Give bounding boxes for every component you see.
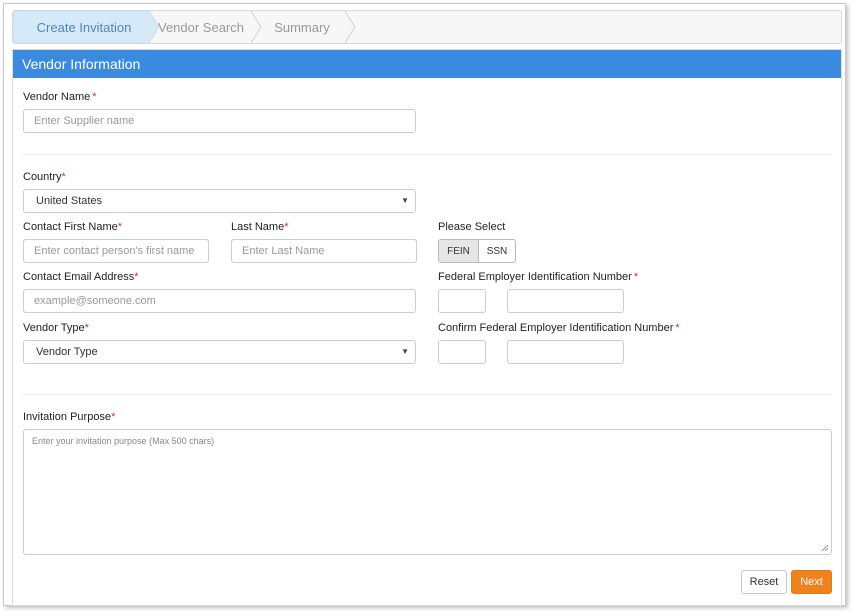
fein-label: Federal Employer Identification Number * <box>438 271 639 283</box>
confirm-fein-suffix-input[interactable] <box>507 340 624 364</box>
chevron-down-icon: ▼ <box>401 196 409 205</box>
step-separator-2 <box>344 11 356 43</box>
country-select[interactable]: United States ▼ <box>23 189 416 213</box>
fein-suffix-input[interactable] <box>507 289 624 313</box>
resize-handle-icon[interactable] <box>821 544 829 552</box>
first-name-label: Contact First Name* <box>23 221 123 233</box>
tab-vendor-search[interactable]: Vendor Search <box>155 11 247 43</box>
tab-create-invitation[interactable]: Create Invitation <box>21 11 147 43</box>
email-label: Contact Email Address* <box>23 271 139 283</box>
vendor-name-input[interactable]: Enter Supplier name <box>23 109 416 133</box>
vendor-information-panel: Vendor Information Vendor Name * Enter Su… <box>12 49 842 606</box>
please-select-label: Please Select <box>438 221 506 233</box>
panel-title: Vendor Information <box>13 50 841 78</box>
tab-summary[interactable]: Summary <box>267 11 337 43</box>
divider <box>23 154 831 155</box>
country-label: Country* <box>23 171 66 183</box>
ssn-toggle[interactable]: SSN <box>478 239 516 263</box>
chevron-down-icon: ▼ <box>401 347 409 356</box>
fein-prefix-input[interactable] <box>438 289 486 313</box>
confirm-fein-prefix-input[interactable] <box>438 340 486 364</box>
email-input[interactable]: example@someone.com <box>23 289 416 313</box>
vendor-type-select[interactable]: Vendor Type ▼ <box>23 340 416 364</box>
vendor-type-label: Vendor Type* <box>23 322 89 334</box>
next-button[interactable]: Next <box>791 570 832 594</box>
last-name-input[interactable]: Enter Last Name <box>231 239 417 263</box>
app-window: Create Invitation Vendor Search Summary … <box>3 3 846 606</box>
last-name-label: Last Name* <box>231 221 289 233</box>
invitation-purpose-label: Invitation Purpose* <box>23 411 116 423</box>
vendor-name-label: Vendor Name * <box>23 91 97 103</box>
divider <box>23 394 831 395</box>
reset-button[interactable]: Reset <box>741 570 787 594</box>
confirm-fein-label: Confirm Federal Employer Identification … <box>438 322 680 334</box>
first-name-input[interactable]: Enter contact person's first name <box>23 239 209 263</box>
step-separator-1 <box>250 11 262 43</box>
invitation-purpose-textarea[interactable]: Enter your invitation purpose (Max 500 c… <box>23 429 832 555</box>
wizard-steps: Create Invitation Vendor Search Summary <box>12 10 842 44</box>
fein-toggle[interactable]: FEIN <box>438 239 479 263</box>
